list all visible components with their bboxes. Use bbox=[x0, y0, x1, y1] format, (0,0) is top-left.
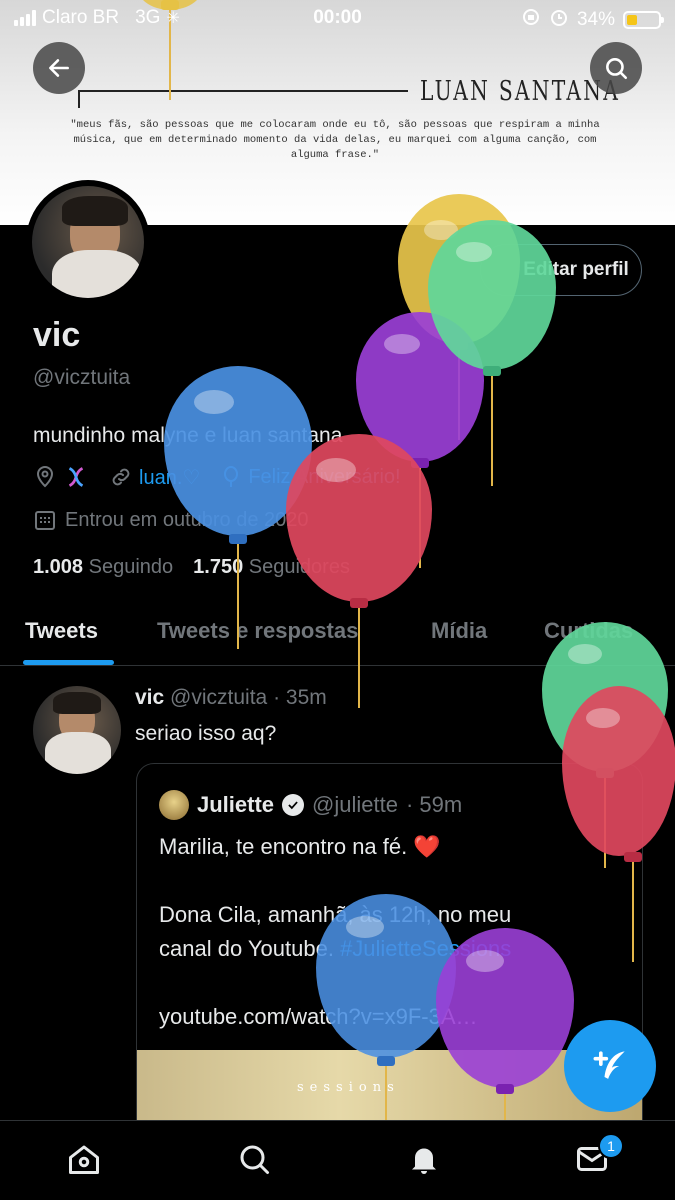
joined-text: Entrou em outubro de 2020 bbox=[65, 508, 309, 531]
profile-link-text[interactable]: luan.♡ bbox=[139, 465, 200, 490]
following-link[interactable]: 1.008 Seguindo bbox=[33, 556, 173, 579]
profile-name: vic bbox=[33, 316, 81, 354]
calendar-icon bbox=[35, 511, 55, 530]
bottom-nav: 1 bbox=[0, 1120, 675, 1200]
quoted-author-handle: @juliette bbox=[312, 792, 398, 817]
alarm-icon bbox=[549, 7, 569, 33]
balloon-icon bbox=[224, 466, 239, 487]
followers-link[interactable]: 1.750 Seguidores bbox=[193, 556, 350, 579]
rotation-lock-icon bbox=[521, 7, 541, 33]
banner-line-vertical bbox=[78, 90, 80, 108]
banner-title: LUAN SANTANA bbox=[420, 76, 621, 107]
profile-link[interactable]: luan.♡ bbox=[109, 465, 200, 490]
home-icon bbox=[69, 1145, 99, 1174]
profile-meta: luan.♡ Feliz Aniversário! bbox=[33, 464, 421, 490]
quoted-author-name: Juliette bbox=[197, 792, 275, 817]
quoted-tweet[interactable]: Juliette @juliette · 59m Marilia, te enc… bbox=[136, 763, 643, 1143]
quoted-line-4[interactable]: youtube.com/watch?v=x9F-3A… bbox=[159, 1004, 478, 1030]
quoted-line-1: Marilia, te encontro na fé. ❤️ bbox=[159, 834, 441, 859]
edit-profile-button[interactable]: Editar perfil bbox=[480, 244, 642, 296]
profile-avatar[interactable] bbox=[26, 180, 150, 304]
quoted-avatar bbox=[159, 790, 189, 820]
nav-search[interactable] bbox=[234, 1139, 274, 1179]
quoted-line-3-text: canal do Youtube. bbox=[159, 936, 341, 961]
verified-badge-icon bbox=[282, 794, 305, 816]
balloon-decoration bbox=[398, 194, 520, 444]
followers-count: 1.750 bbox=[193, 556, 244, 578]
followers-label: Seguidores bbox=[248, 556, 350, 578]
compose-tweet-icon bbox=[593, 1051, 625, 1079]
banner-quote: "meus fãs, são pessoas que me colocaram … bbox=[70, 119, 600, 161]
following-count: 1.008 bbox=[33, 556, 84, 578]
location-pin-icon bbox=[36, 466, 54, 488]
profile-tabs: Tweets Tweets e respostas Mídia Curtidas bbox=[0, 600, 675, 666]
nav-home[interactable] bbox=[64, 1139, 104, 1179]
nav-messages[interactable]: 1 bbox=[572, 1133, 624, 1179]
search-icon bbox=[606, 58, 628, 80]
tweet-avatar[interactable] bbox=[33, 686, 121, 774]
birthday-text: Feliz Aniversário! bbox=[248, 465, 401, 488]
battery-icon bbox=[623, 11, 664, 29]
search-button[interactable] bbox=[590, 42, 642, 94]
messages-badge: 1 bbox=[598, 1133, 624, 1159]
search-icon bbox=[240, 1145, 269, 1174]
birthday-item: Feliz Aniversário! bbox=[220, 465, 401, 489]
back-button[interactable] bbox=[33, 42, 85, 94]
profile-handle: @vicztuita bbox=[33, 366, 131, 389]
dna-emoji-icon bbox=[68, 467, 84, 487]
tweet-text: seriao isso aq? bbox=[135, 722, 277, 745]
quoted-line-2: Dona Cila, amanhã, às 12h, no meu bbox=[159, 902, 512, 927]
bell-icon bbox=[412, 1148, 436, 1174]
status-bar: Claro BR 3G ✳ 00:00 34% bbox=[0, 0, 675, 36]
active-tab-indicator bbox=[23, 660, 114, 665]
link-icon bbox=[112, 468, 130, 486]
banner-line bbox=[78, 90, 408, 92]
follow-stats: 1.008 Seguindo 1.750 Seguidores bbox=[33, 556, 350, 579]
quoted-media-text: sessions bbox=[297, 1080, 400, 1095]
quoted-line-3: canal do Youtube. #JulietteSessions bbox=[159, 936, 511, 962]
quoted-time: · 59m bbox=[405, 792, 463, 817]
profile-bio: mundinho malyne e luan santana bbox=[33, 424, 343, 447]
compose-tweet-button[interactable] bbox=[564, 1020, 656, 1112]
tab-media[interactable]: Mídia bbox=[431, 618, 487, 644]
quoted-hashtag[interactable]: #JulietteSessions bbox=[340, 936, 511, 961]
tweet-time: · 35m bbox=[273, 686, 327, 709]
tab-likes[interactable]: Curtidas bbox=[544, 618, 633, 644]
joined-date: Entrou em outubro de 2020 bbox=[33, 508, 309, 532]
tweet-header: vic @vicztuita · 35m bbox=[135, 686, 327, 710]
tab-tweets[interactable]: Tweets bbox=[25, 618, 98, 644]
battery-percent: 34% bbox=[576, 9, 615, 30]
following-label: Seguindo bbox=[88, 556, 174, 578]
tab-tweets-replies[interactable]: Tweets e respostas bbox=[157, 618, 358, 644]
nav-notifications[interactable] bbox=[404, 1139, 444, 1179]
tweet-author-handle: @vicztuita bbox=[170, 686, 268, 709]
tweet-author-name[interactable]: vic bbox=[135, 686, 164, 709]
balloon-decoration bbox=[356, 312, 484, 568]
back-arrow-icon bbox=[49, 59, 69, 77]
